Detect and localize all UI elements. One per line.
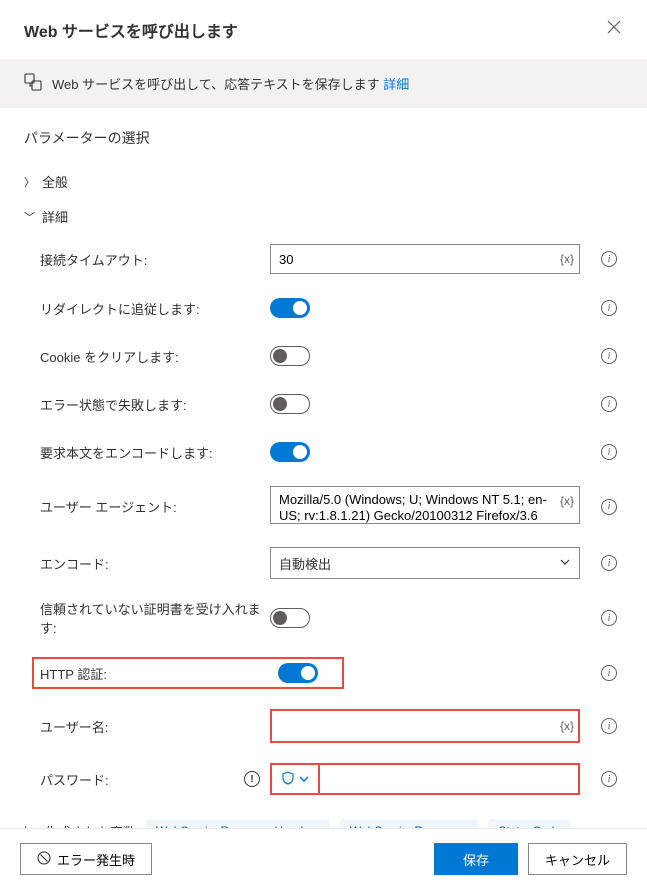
parameters-heading: パラメーターの選択 (24, 128, 623, 148)
chevron-down-icon: ﹀ (24, 209, 34, 225)
follow-redirect-toggle[interactable] (270, 298, 310, 318)
warning-icon: ! (244, 771, 260, 787)
encoding-select[interactable]: 自動検出 (270, 547, 580, 579)
encode-body-toggle[interactable] (270, 442, 310, 462)
info-icon[interactable]: i (601, 300, 617, 316)
fail-on-error-toggle[interactable] (270, 394, 310, 414)
password-input[interactable] (320, 763, 580, 795)
section-general-label: 全般 (42, 172, 68, 191)
cancel-button[interactable]: キャンセル (528, 843, 627, 875)
shield-icon (281, 771, 295, 788)
section-general[interactable]: 〉 全般 (24, 164, 623, 199)
follow-redirect-label: リダイレクトに追従します: (40, 299, 270, 318)
info-icon[interactable]: i (601, 396, 617, 412)
encode-body-label: 要求本文をエンコードします: (40, 443, 270, 462)
info-icon[interactable]: i (601, 610, 617, 626)
http-auth-toggle[interactable] (278, 663, 318, 683)
on-error-label: エラー発生時 (57, 850, 135, 869)
web-service-icon (24, 73, 42, 94)
password-label: パスワード: (40, 770, 109, 789)
chevron-down-icon (299, 772, 309, 787)
encoding-label: エンコード: (40, 554, 270, 573)
info-icon[interactable]: i (601, 665, 617, 681)
on-error-button[interactable]: エラー発生時 (20, 843, 152, 875)
error-icon (37, 851, 51, 868)
accept-untrusted-toggle[interactable] (270, 608, 310, 628)
accept-untrusted-label: 信頼されていない証明書を受け入れます: (40, 599, 270, 637)
info-icon[interactable]: i (601, 348, 617, 364)
password-credential-picker[interactable] (270, 763, 320, 795)
info-icon[interactable]: i (601, 555, 617, 571)
fail-on-error-label: エラー状態で失敗します: (40, 395, 270, 414)
save-button[interactable]: 保存 (434, 843, 518, 875)
encoding-value: 自動検出 (279, 554, 331, 573)
info-banner: Web サービスを呼び出して、応答テキストを保存します 詳細 (0, 59, 647, 108)
chevron-down-icon (559, 556, 571, 571)
http-auth-label: HTTP 認証: (40, 664, 278, 683)
password-secret-picker[interactable] (270, 763, 580, 795)
info-icon[interactable]: i (601, 499, 617, 515)
chevron-right-icon: 〉 (24, 174, 34, 190)
info-icon[interactable]: i (601, 251, 617, 267)
info-icon[interactable]: i (601, 771, 617, 787)
info-icon[interactable]: i (601, 718, 617, 734)
username-input[interactable] (270, 709, 580, 743)
dialog-title: Web サービスを呼び出します (24, 18, 238, 42)
banner-details-link[interactable]: 詳細 (383, 77, 409, 92)
close-button[interactable] (601, 16, 627, 43)
timeout-label: 接続タイムアウト: (40, 250, 270, 269)
clear-cookies-toggle[interactable] (270, 346, 310, 366)
user-agent-label: ユーザー エージェント: (40, 497, 270, 516)
section-advanced-label: 詳細 (42, 207, 68, 226)
info-icon[interactable]: i (601, 444, 617, 460)
username-label: ユーザー名: (40, 717, 270, 736)
timeout-input[interactable] (270, 244, 580, 274)
section-advanced[interactable]: ﹀ 詳細 (24, 199, 623, 234)
banner-text: Web サービスを呼び出して、応答テキストを保存します (52, 77, 383, 92)
clear-cookies-label: Cookie をクリアします: (40, 347, 270, 366)
user-agent-input[interactable] (270, 486, 580, 524)
